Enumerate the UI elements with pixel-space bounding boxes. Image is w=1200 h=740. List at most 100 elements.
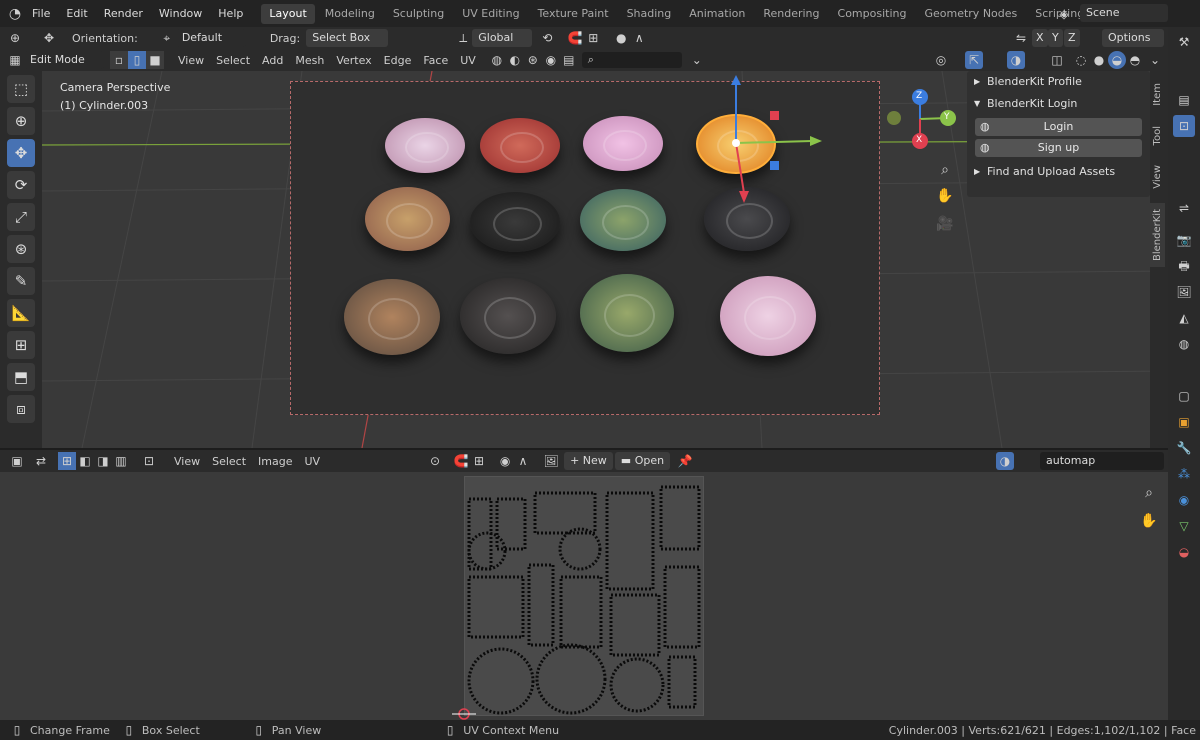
search-options-icon[interactable]: ⌄	[688, 51, 706, 69]
editor-type-icon[interactable]: ▦	[6, 51, 24, 69]
scene-icon[interactable]: ◈	[1055, 5, 1073, 23]
modifier-props-icon[interactable]: 🔧	[1173, 437, 1195, 459]
disc-11[interactable]	[580, 274, 674, 352]
proportional-edit-icon[interactable]: ●	[612, 29, 630, 47]
world-props-icon[interactable]: ◍	[1173, 333, 1195, 355]
new-image-button[interactable]: + New	[564, 452, 613, 470]
shading-solid-icon[interactable]: ●	[1090, 51, 1108, 69]
uv-island-select-icon[interactable]: ▥	[112, 452, 130, 470]
pivot-point-icon[interactable]: ⟲	[538, 29, 556, 47]
tab-geometry-nodes[interactable]: Geometry Nodes	[916, 4, 1025, 24]
material-props-icon[interactable]: ◒	[1173, 541, 1195, 563]
physics-props-icon[interactable]: ◉	[1173, 489, 1195, 511]
uv-menu-uv[interactable]: UV	[299, 455, 327, 468]
blenderkit-search-input[interactable]: ⌕	[581, 52, 682, 68]
axis-z-toggle[interactable]: Z	[1064, 29, 1080, 47]
camera-view-icon[interactable]: 🎥	[936, 215, 954, 233]
tab-blenderkit[interactable]: BlenderKit	[1150, 202, 1165, 267]
data-props-icon[interactable]: ▽	[1173, 515, 1195, 537]
uv-editor-canvas[interactable]: ⌕ ✋	[0, 472, 1168, 720]
menu-edit[interactable]: Edit	[58, 0, 95, 27]
uv-vertex-select-icon[interactable]: ⊞	[58, 452, 76, 470]
add-cube-tool[interactable]: ⊞	[7, 331, 35, 359]
xray-toggle-icon[interactable]: ◫	[1048, 51, 1066, 69]
menu-select[interactable]: Select	[210, 54, 256, 67]
uv-face-select-icon[interactable]: ◨	[94, 452, 112, 470]
uv-editor-type-icon[interactable]: ▣	[8, 452, 26, 470]
annotate-tool[interactable]: ✎	[7, 267, 35, 295]
gizmo-toggle-icon[interactable]: ⇱	[965, 51, 983, 69]
snap-increment-icon[interactable]: ⊞	[584, 29, 602, 47]
menu-render[interactable]: Render	[96, 0, 151, 27]
menu-vertex[interactable]: Vertex	[330, 54, 377, 67]
scene-search-icon[interactable]: ◉	[542, 51, 560, 69]
material-search-icon[interactable]: ◐	[506, 51, 524, 69]
edge-select-icon[interactable]: ▯	[128, 51, 146, 69]
scene-selector[interactable]: Scene	[1080, 4, 1168, 22]
face-select-icon[interactable]: ■	[146, 51, 164, 69]
move-gizmo-icon[interactable]: ✥	[40, 29, 58, 47]
signup-button[interactable]: ◍ Sign up	[975, 139, 1142, 157]
uv-layout[interactable]	[464, 476, 704, 716]
extrude-tool[interactable]: ⬒	[7, 363, 35, 391]
blender-logo-icon[interactable]: ◔	[6, 5, 24, 23]
disc-9[interactable]	[344, 279, 440, 355]
scene-props-icon[interactable]: ◭	[1173, 307, 1195, 329]
tab-texture-paint[interactable]: Texture Paint	[530, 4, 617, 24]
menu-view[interactable]: View	[172, 54, 210, 67]
options-dropdown[interactable]: Options	[1102, 29, 1164, 47]
outliner-filter-icon[interactable]: ▤	[1173, 89, 1195, 111]
menu-uv[interactable]: UV	[454, 54, 482, 67]
uv-menu-image[interactable]: Image	[252, 455, 298, 468]
brush-search-icon[interactable]: ▤	[560, 51, 578, 69]
menu-edge[interactable]: Edge	[378, 54, 418, 67]
hdr-search-icon[interactable]: ⊛	[524, 51, 542, 69]
cursor-tool[interactable]: ⊕	[7, 107, 35, 135]
2d-cursor[interactable]	[452, 706, 476, 720]
disc-2[interactable]	[480, 118, 560, 173]
image-browse-icon[interactable]: 🖼	[542, 452, 560, 470]
uv-map-name-field[interactable]: automap	[1040, 452, 1164, 470]
disc-3[interactable]	[583, 116, 663, 171]
blenderkit-asset-type-icon[interactable]: ◍	[488, 51, 506, 69]
rotate-tool[interactable]: ⟳	[7, 171, 35, 199]
uv-pivot-icon[interactable]: ⊙	[426, 452, 444, 470]
uv-zoom-icon[interactable]: ⌕	[1140, 484, 1158, 502]
tab-shading[interactable]: Shading	[619, 4, 680, 24]
disc-6[interactable]	[470, 192, 560, 252]
drag-dropdown[interactable]: Select Box	[306, 29, 389, 47]
tab-tool[interactable]: Tool	[1150, 120, 1165, 151]
blenderkit-login-header[interactable]: ▼ BlenderKit Login	[967, 93, 1150, 115]
disc-12[interactable]	[720, 276, 816, 356]
orientation-dropdown[interactable]: Default	[175, 29, 246, 47]
disc-1[interactable]	[385, 118, 465, 173]
tab-animation[interactable]: Animation	[681, 4, 753, 24]
select-box-tool[interactable]: ⬚	[7, 75, 35, 103]
uv-sync-selection-icon[interactable]: ⇄	[32, 452, 50, 470]
tab-view[interactable]: View	[1150, 159, 1165, 195]
tab-compositing[interactable]: Compositing	[830, 4, 915, 24]
blenderkit-profile-header[interactable]: ▶ BlenderKit Profile	[967, 71, 1150, 93]
tab-item[interactable]: Item	[1150, 77, 1165, 112]
find-assets-header[interactable]: ▶ Find and Upload Assets	[967, 161, 1150, 183]
inset-tool[interactable]: ⧈	[7, 395, 35, 423]
disc-7[interactable]	[580, 189, 666, 251]
shading-rendered-icon[interactable]: ◓	[1126, 51, 1144, 69]
render-props-icon[interactable]: 📷	[1173, 229, 1195, 251]
uv-proportional-icon[interactable]: ◉	[496, 452, 514, 470]
collection-props-icon[interactable]: ▢	[1173, 385, 1195, 407]
uv-snap-increment-icon[interactable]: ⊞	[470, 452, 488, 470]
login-button[interactable]: ◍ Login	[975, 118, 1142, 136]
toggle-icon[interactable]: ⇌	[1173, 197, 1195, 219]
tab-rendering[interactable]: Rendering	[755, 4, 827, 24]
overlay-toggle-icon[interactable]: ◑	[1007, 51, 1025, 69]
pin-icon[interactable]: 📌	[676, 452, 694, 470]
menu-face[interactable]: Face	[417, 54, 454, 67]
zoom-icon[interactable]: ⌕	[936, 161, 954, 179]
uv-overlay-icon[interactable]: ◑	[996, 452, 1014, 470]
axis-y-toggle[interactable]: Y	[1048, 29, 1063, 47]
axis-x-toggle[interactable]: X	[1032, 29, 1048, 47]
uv-sync-icon[interactable]: ⊡	[1173, 115, 1195, 137]
scale-tool[interactable]: ⤢	[7, 203, 35, 231]
view-layer-props-icon[interactable]: 🖼	[1173, 281, 1195, 303]
